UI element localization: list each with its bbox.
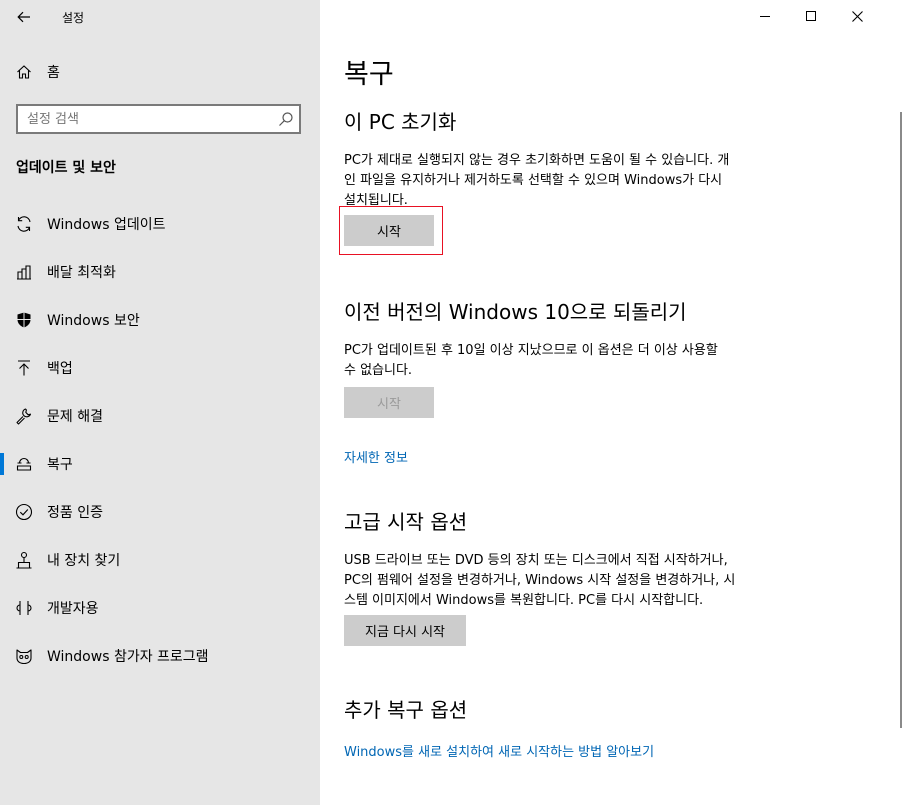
- search-icon[interactable]: [278, 111, 294, 127]
- rollback-description: PC가 업데이트된 후 10일 이상 지났으므로 이 옵션은 더 이상 사용할 …: [344, 341, 784, 381]
- sidebar-item-label: Windows 업데이트: [47, 217, 166, 233]
- sidebar-item-for-developers[interactable]: 개발자용: [0, 588, 320, 628]
- back-arrow-icon: [17, 11, 30, 23]
- fresh-start-link[interactable]: Windows를 새로 설치하여 새로 시작하는 방법 알아보기: [344, 741, 654, 760]
- sidebar-item-troubleshoot[interactable]: 문제 해결: [0, 396, 320, 436]
- sidebar-item-label: 배달 최적화: [47, 265, 116, 281]
- insider-cat-icon: [14, 646, 34, 666]
- sidebar-item-label: Windows 보안: [47, 313, 140, 329]
- nav-home-label: 홈: [47, 65, 60, 81]
- minimize-icon: [760, 16, 770, 17]
- advanced-desc-line: 스템 이미지에서 Windows를 복원합니다. PC를 다시 시작합니다.: [344, 593, 704, 608]
- shield-icon: [14, 310, 34, 330]
- maximize-button[interactable]: [788, 0, 834, 32]
- rollback-desc-line: PC가 업데이트된 후 10일 이상 지났으므로 이 옵션은 더 이상 사용할: [344, 343, 718, 358]
- learn-more-link[interactable]: 자세한 정보: [344, 447, 408, 466]
- sidebar-item-label: 내 장치 찾기: [47, 553, 121, 569]
- sidebar-item-recovery[interactable]: 복구: [0, 444, 320, 484]
- sidebar-item-label: 개발자용: [47, 601, 99, 617]
- main-content: 복구 이 PC 초기화 PC가 제대로 실행되지 않는 경우 초기화하면 도움이…: [320, 0, 903, 805]
- reset-desc-line: PC가 제대로 실행되지 않는 경우 초기화하면 도움이 될 수 있습니다. 개: [344, 153, 730, 168]
- search-input[interactable]: [18, 106, 277, 132]
- sidebar-item-find-my-device[interactable]: 내 장치 찾기: [0, 540, 320, 580]
- developer-icon: [14, 598, 34, 618]
- page-title: 복구: [344, 59, 394, 90]
- sidebar: 설정 홈 업데이트 및 보안 Windows 업데이트 배달 최적화 Windo…: [0, 0, 320, 805]
- sidebar-item-backup[interactable]: 백업: [0, 348, 320, 388]
- section-title: 업데이트 및 보안: [16, 160, 116, 176]
- reset-heading: 이 PC 초기화: [344, 110, 457, 134]
- sidebar-item-windows-update[interactable]: Windows 업데이트: [0, 204, 320, 244]
- minimize-button[interactable]: [742, 0, 788, 32]
- reset-start-button[interactable]: 시작: [344, 215, 434, 246]
- restart-now-button[interactable]: 지금 다시 시작: [344, 615, 466, 646]
- search-box[interactable]: [16, 104, 301, 134]
- sidebar-item-activation[interactable]: 정품 인증: [0, 492, 320, 532]
- recovery-icon: [14, 454, 34, 474]
- sidebar-item-label: Windows 참가자 프로그램: [47, 649, 209, 665]
- wrench-icon: [14, 406, 34, 426]
- sidebar-item-label: 문제 해결: [47, 409, 103, 425]
- maximize-icon: [806, 11, 816, 21]
- home-icon: [14, 62, 34, 82]
- rollback-desc-line: 수 없습니다.: [344, 363, 413, 378]
- delivery-optimization-icon: [14, 262, 34, 282]
- find-device-icon: [14, 550, 34, 570]
- advanced-startup-description: USB 드라이브 또는 DVD 등의 장치 또는 디스크에서 직접 시작하거나,…: [344, 551, 784, 611]
- reset-desc-line: 인 파일을 유지하거나 제거하도록 선택할 수 있으며 Windows가 다시: [344, 173, 723, 188]
- sidebar-item-windows-insider[interactable]: Windows 참가자 프로그램: [0, 636, 320, 676]
- sync-icon: [14, 214, 34, 234]
- sidebar-item-label: 백업: [47, 361, 73, 377]
- check-circle-icon: [14, 502, 34, 522]
- reset-description: PC가 제대로 실행되지 않는 경우 초기화하면 도움이 될 수 있습니다. 개…: [344, 151, 784, 211]
- back-button[interactable]: [8, 3, 40, 31]
- nav-home[interactable]: 홈: [0, 52, 320, 92]
- sidebar-item-label: 정품 인증: [47, 505, 103, 521]
- scrollbar[interactable]: [900, 112, 902, 728]
- advanced-desc-line: USB 드라이브 또는 DVD 등의 장치 또는 디스크에서 직접 시작하거나,: [344, 553, 728, 568]
- close-icon: [851, 10, 863, 22]
- backup-arrow-icon: [14, 358, 34, 378]
- advanced-startup-heading: 고급 시작 옵션: [344, 510, 468, 534]
- advanced-desc-line: PC의 펌웨어 설정을 변경하거나, Windows 시작 설정을 변경하거나,…: [344, 573, 736, 588]
- more-recovery-heading: 추가 복구 옵션: [344, 698, 468, 722]
- sidebar-item-delivery-optimization[interactable]: 배달 최적화: [0, 252, 320, 292]
- rollback-start-button[interactable]: 시작: [344, 387, 434, 418]
- app-title: 설정: [62, 11, 85, 25]
- sidebar-item-windows-security[interactable]: Windows 보안: [0, 300, 320, 340]
- close-button[interactable]: [834, 0, 880, 32]
- sidebar-item-label: 복구: [47, 457, 73, 473]
- rollback-heading: 이전 버전의 Windows 10으로 되돌리기: [344, 300, 687, 324]
